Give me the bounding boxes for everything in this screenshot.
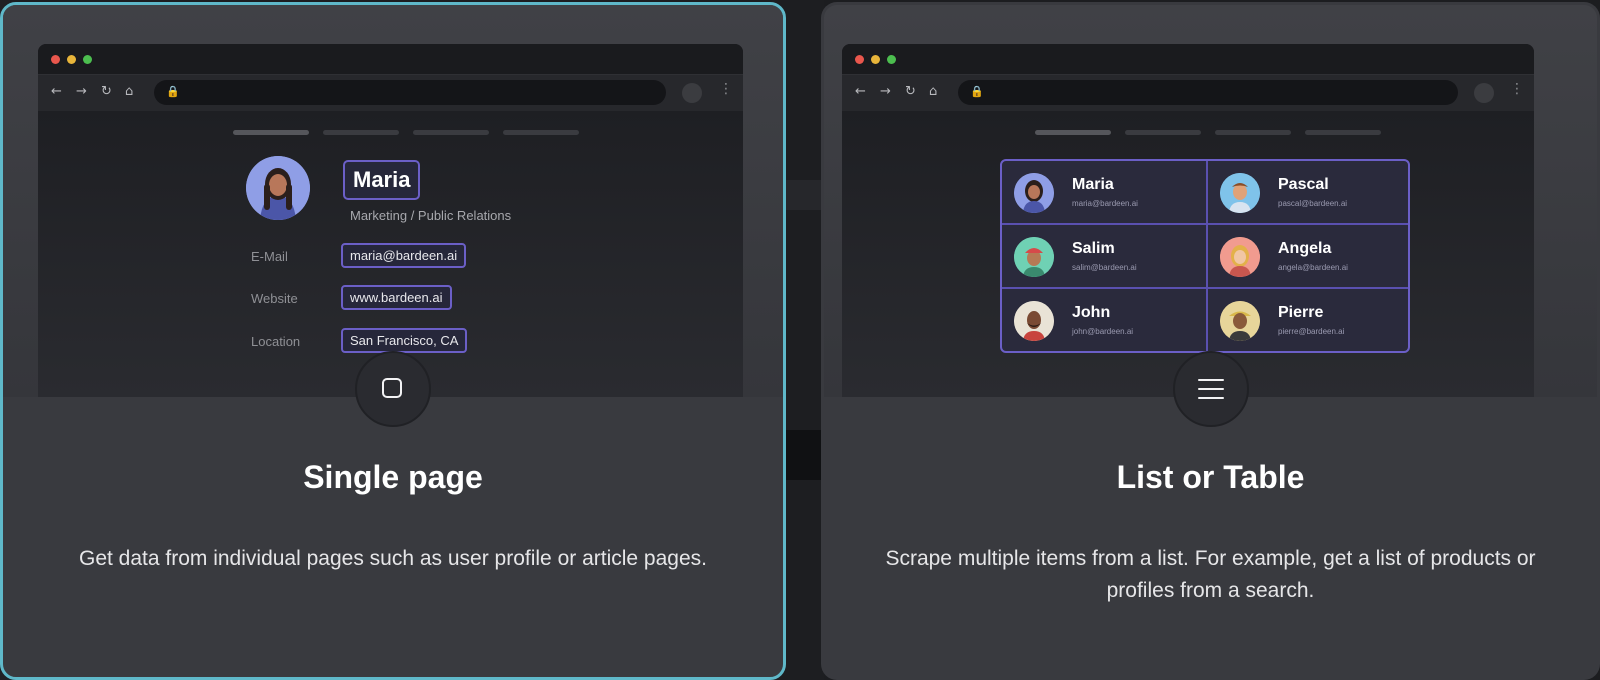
email-value: maria@bardeen.ai xyxy=(341,243,467,268)
nav-placeholder xyxy=(503,130,579,135)
list-or-table-option-card[interactable]: ← → ↻ ⌂ 🔒 ⋮ Maria maria@bardeen.ai Pasca… xyxy=(821,2,1600,680)
person-email: pascal@bardeen.ai xyxy=(1278,199,1348,208)
table-divider xyxy=(1002,287,1408,289)
person-name: John xyxy=(1072,304,1111,321)
table-divider xyxy=(1002,223,1408,225)
back-arrow-icon: ← xyxy=(855,84,866,99)
nav-placeholder xyxy=(323,130,399,135)
single-page-description: Get data from individual pages such as u… xyxy=(78,547,707,570)
list-or-table-badge xyxy=(1172,351,1249,427)
person-email: pierre@bardeen.ai xyxy=(1278,327,1345,336)
location-value: San Francisco, CA xyxy=(341,328,468,353)
browser-toolbar: ← → ↻ ⌂ 🔒 ⋮ xyxy=(38,74,743,111)
browser-mockup: ← → ↻ ⌂ 🔒 ⋮ xyxy=(38,44,743,397)
table-cell: Pierre pierre@bardeen.ai xyxy=(1208,289,1408,351)
list-or-table-title: List or Table xyxy=(1116,459,1305,495)
table-cell: Maria maria@bardeen.ai xyxy=(1002,161,1206,225)
nav-placeholder xyxy=(413,130,489,135)
nav-placeholder xyxy=(1215,130,1291,135)
reload-icon: ↻ xyxy=(101,84,112,99)
person-email: maria@bardeen.ai xyxy=(1072,199,1138,208)
address-bar: 🔒 xyxy=(154,80,666,105)
person-email: salim@bardeen.ai xyxy=(1072,263,1137,272)
person-email: angela@bardeen.ai xyxy=(1278,263,1348,272)
table-cell: Salim salim@bardeen.ai xyxy=(1002,225,1206,289)
avatar xyxy=(1220,237,1260,277)
address-bar: 🔒 xyxy=(958,80,1458,105)
close-dot-icon xyxy=(855,55,864,64)
person-name: Angela xyxy=(1278,240,1332,257)
table-divider xyxy=(1206,161,1208,351)
more-menu-icon: ⋮ xyxy=(719,81,733,97)
list-page: Maria maria@bardeen.ai Pascal pascal@bar… xyxy=(842,111,1534,397)
location-label: Location xyxy=(251,334,301,349)
person-name: Pascal xyxy=(1278,176,1329,193)
extension-icon xyxy=(1474,83,1494,103)
website-label: Website xyxy=(251,291,298,306)
table-cell: Angela angela@bardeen.ai xyxy=(1208,225,1408,289)
single-page-title: Single page xyxy=(303,459,483,495)
reload-icon: ↻ xyxy=(905,84,916,99)
nav-placeholder xyxy=(1305,130,1381,135)
minimize-dot-icon xyxy=(871,55,880,64)
list-icon xyxy=(1197,379,1224,406)
lock-icon: 🔒 xyxy=(166,85,180,98)
more-menu-icon: ⋮ xyxy=(1510,81,1524,97)
close-dot-icon xyxy=(51,55,60,64)
forward-arrow-icon: → xyxy=(880,84,891,99)
avatar xyxy=(1220,173,1260,213)
person-name: Pierre xyxy=(1278,304,1324,321)
browser-mockup: ← → ↻ ⌂ 🔒 ⋮ xyxy=(842,44,1534,397)
maximize-dot-icon xyxy=(83,55,92,64)
people-table: Maria maria@bardeen.ai Pascal pascal@bar… xyxy=(1000,159,1410,353)
forward-arrow-icon: → xyxy=(76,84,87,99)
person-name: Salim xyxy=(1072,240,1115,257)
profile-name: Maria xyxy=(343,160,421,200)
person-email: john@bardeen.ai xyxy=(1072,327,1134,336)
avatar xyxy=(1220,301,1260,341)
home-icon: ⌂ xyxy=(929,84,938,99)
maximize-dot-icon xyxy=(887,55,896,64)
square-icon xyxy=(382,378,402,398)
email-label: E-Mail xyxy=(251,249,288,264)
list-or-table-description: Scrape multiple items from a list. For e… xyxy=(885,547,1536,602)
profile-avatar xyxy=(246,156,310,220)
nav-placeholder xyxy=(233,130,309,135)
avatar xyxy=(1014,237,1054,277)
avatar xyxy=(1014,301,1054,341)
nav-placeholder xyxy=(1035,130,1111,135)
person-name: Maria xyxy=(1072,176,1114,193)
profile-role: Marketing / Public Relations xyxy=(350,208,512,223)
browser-titlebar xyxy=(38,44,743,74)
browser-toolbar: ← → ↻ ⌂ 🔒 ⋮ xyxy=(842,74,1534,111)
lock-icon: 🔒 xyxy=(970,85,984,98)
back-arrow-icon: ← xyxy=(51,84,62,99)
browser-titlebar xyxy=(842,44,1534,74)
single-page-badge xyxy=(355,351,431,427)
nav-placeholder xyxy=(1125,130,1201,135)
minimize-dot-icon xyxy=(67,55,76,64)
website-value: www.bardeen.ai xyxy=(341,285,452,310)
single-page-option-card[interactable]: ← → ↻ ⌂ 🔒 ⋮ Maria Marketing / Public Rel… xyxy=(0,2,786,680)
home-icon: ⌂ xyxy=(125,84,134,99)
list-preview: ← → ↻ ⌂ 🔒 ⋮ Maria maria@bardeen.ai Pasca… xyxy=(824,5,1597,397)
single-page-preview: ← → ↻ ⌂ 🔒 ⋮ Maria Marketing / Public Rel… xyxy=(3,5,783,397)
table-cell: John john@bardeen.ai xyxy=(1002,289,1206,351)
extension-icon xyxy=(682,83,702,103)
table-cell: Pascal pascal@bardeen.ai xyxy=(1208,161,1408,225)
avatar xyxy=(1014,173,1054,213)
